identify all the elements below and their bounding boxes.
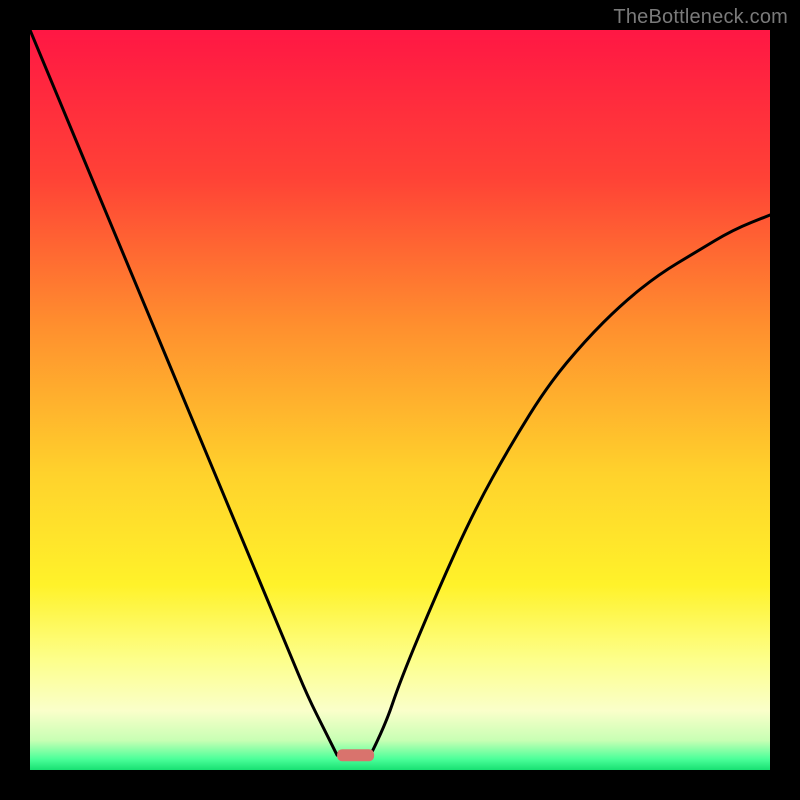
gradient-background	[30, 30, 770, 770]
watermark-text: TheBottleneck.com	[613, 6, 788, 29]
optimum-marker	[337, 749, 374, 761]
chart-frame	[30, 30, 770, 770]
bottleneck-chart	[30, 30, 770, 770]
